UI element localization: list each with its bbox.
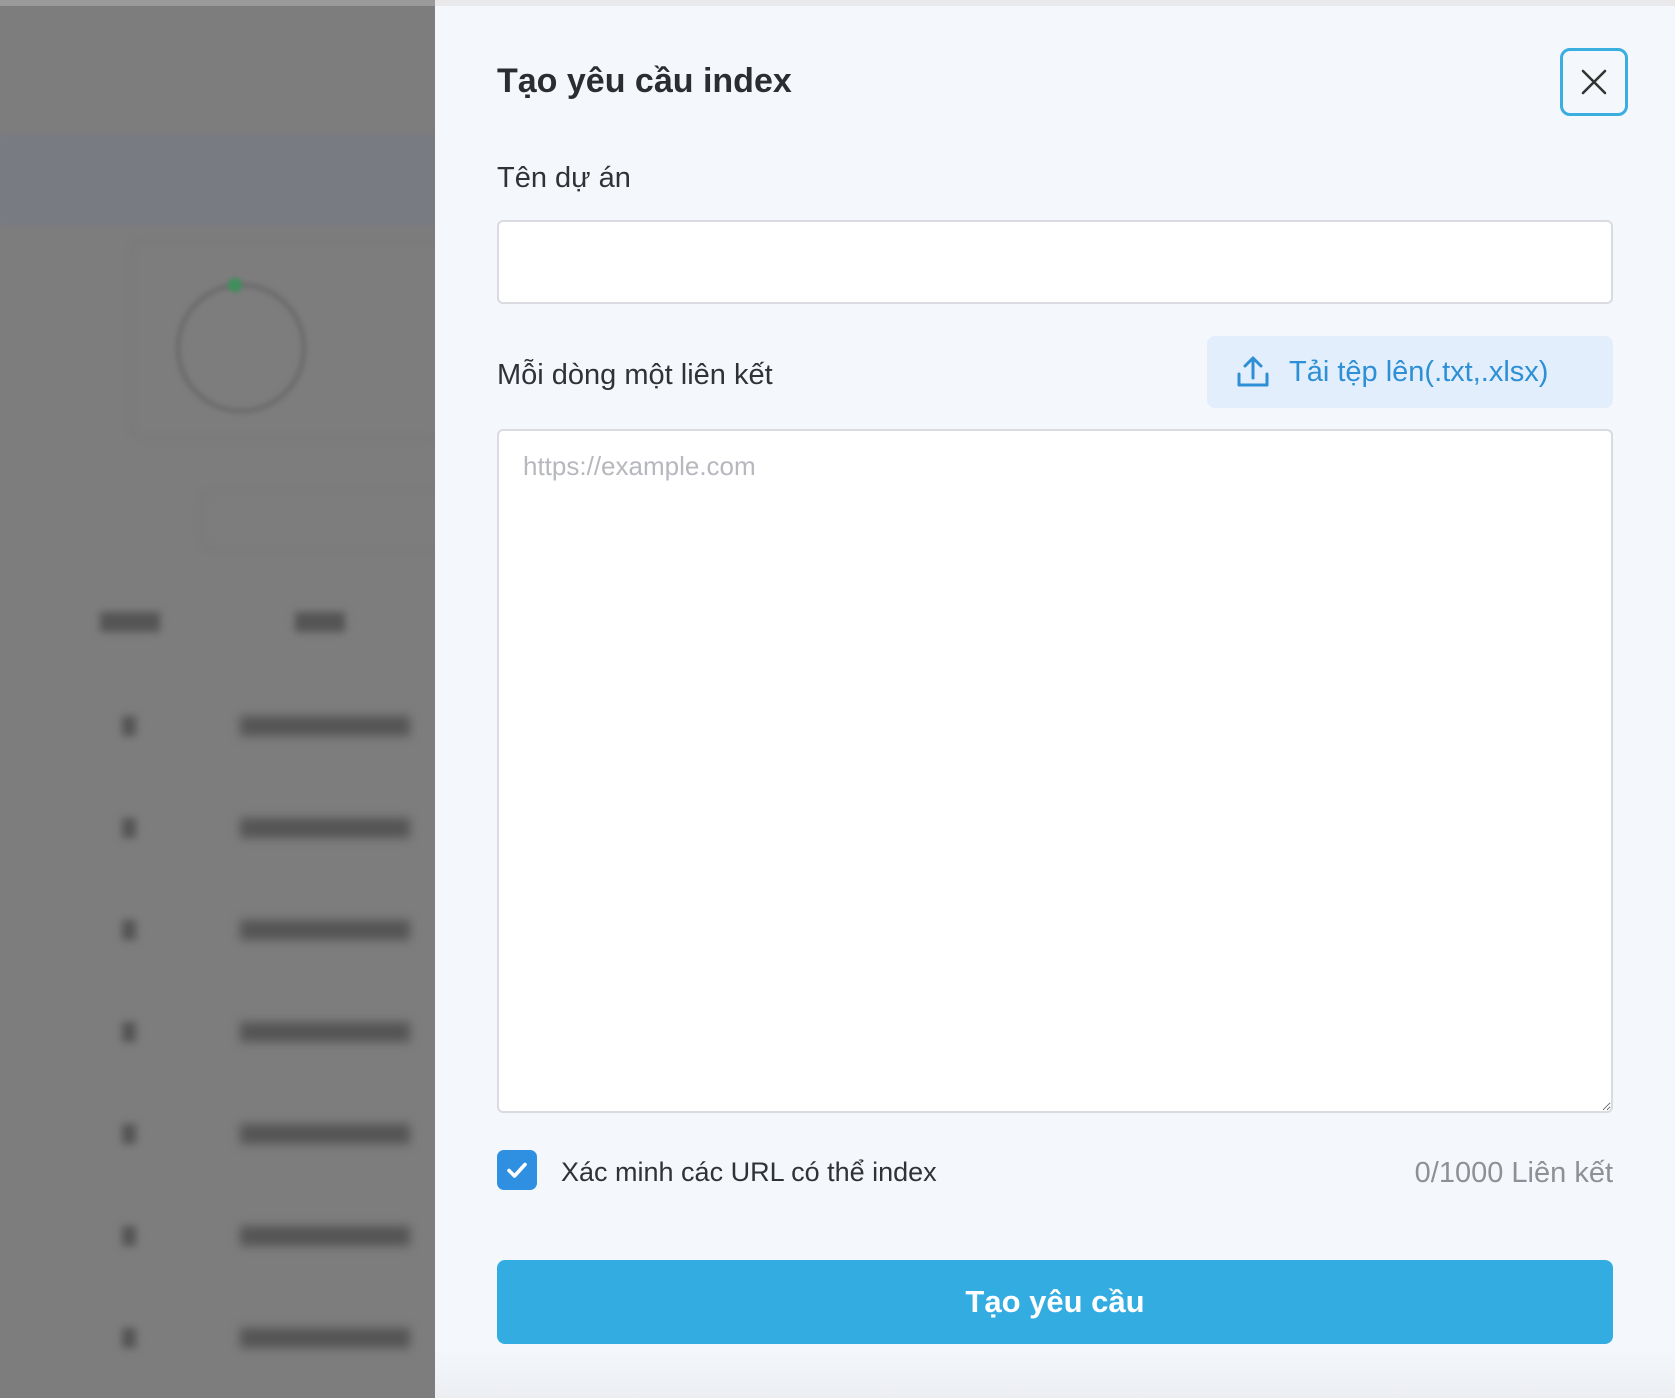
background-search-box <box>200 490 435 550</box>
background-row-cell <box>240 1124 410 1144</box>
dialog-title: Tạo yêu cầu index <box>497 62 792 100</box>
links-textarea[interactable] <box>497 429 1613 1113</box>
background-column-header <box>100 612 160 632</box>
background-row-cell <box>240 1226 410 1246</box>
close-icon <box>1579 67 1609 97</box>
verify-urls-checkbox[interactable] <box>497 1150 537 1190</box>
background-row-cell <box>122 1124 136 1144</box>
create-index-request-dialog: Tạo yêu cầu index Tên dự án Mỗi dòng một… <box>435 6 1675 1398</box>
background-status-dot <box>228 278 242 292</box>
background-row-cell <box>240 1328 410 1348</box>
background-progress-ring <box>175 282 307 414</box>
background-overlay[interactable] <box>0 0 435 1398</box>
close-button[interactable] <box>1560 48 1628 116</box>
background-column-header <box>295 612 345 632</box>
background-row-cell <box>240 716 410 736</box>
background-row-cell <box>122 920 136 940</box>
upload-file-button[interactable]: Tải tệp lên(.txt,.xlsx) <box>1207 336 1613 408</box>
background-row-cell <box>122 1022 136 1042</box>
upload-icon <box>1235 354 1271 390</box>
background-row-cell <box>240 920 410 940</box>
create-request-button[interactable]: Tạo yêu cầu <box>497 1260 1613 1344</box>
background-row-cell <box>122 1226 136 1246</box>
project-name-input[interactable] <box>497 220 1613 304</box>
background-row-cell <box>240 818 410 838</box>
project-name-label: Tên dự án <box>497 162 631 194</box>
verify-urls-label[interactable]: Xác minh các URL có thể index <box>561 1157 937 1188</box>
upload-file-label: Tải tệp lên(.txt,.xlsx) <box>1289 355 1549 388</box>
background-row-cell <box>122 716 136 736</box>
link-counter: 0/1000 Liên kết <box>1414 1157 1613 1189</box>
background-row-cell <box>122 1328 136 1348</box>
background-row-cell <box>122 818 136 838</box>
dialog-bottom-fade <box>435 1346 1675 1398</box>
background-row-cell <box>240 1022 410 1042</box>
checkmark-icon <box>504 1157 530 1183</box>
background-topbar <box>0 0 435 6</box>
links-label: Mỗi dòng một liên kết <box>497 359 773 391</box>
background-banner <box>0 135 435 225</box>
